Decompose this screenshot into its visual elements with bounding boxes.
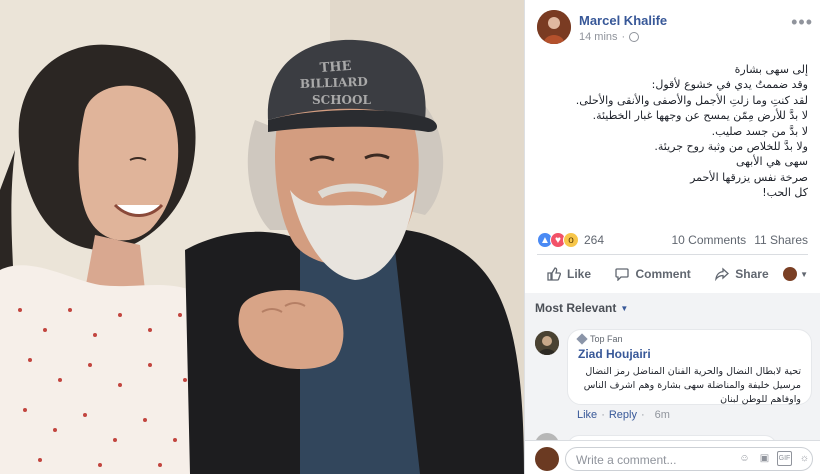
caret-down-icon: ▼	[620, 303, 629, 313]
emoji-icon[interactable]: ☺	[737, 451, 752, 466]
like-label: Like	[567, 267, 592, 281]
like-button[interactable]: Like	[537, 267, 601, 281]
sticker-icon[interactable]: ☼	[797, 451, 812, 466]
svg-text:SCHOOL: SCHOOL	[312, 93, 371, 107]
gif-icon[interactable]: GIF	[777, 451, 792, 466]
post-line: سهى هي الأبهى	[735, 155, 808, 169]
author-name[interactable]: Marcel Khalife	[579, 13, 667, 28]
comments-count[interactable]: 10 Comments	[671, 233, 746, 247]
caret-down-icon: ▼	[800, 269, 808, 279]
post-time[interactable]: 14 mins	[579, 31, 618, 43]
post-line: لقد كنتِ وما زلتِ الأجمل والأصفى والأنقى…	[575, 93, 808, 107]
post-line: صرخة نفس يزرقها الأحمر	[690, 170, 808, 184]
share-icon	[715, 267, 730, 281]
comment-line: مرسيل خليفة والمناضلة سهى بشارة وهم اشرف…	[583, 380, 801, 391]
comment-label: Comment	[635, 267, 691, 281]
photo-illustration: THE BILLIARD SCHOOL	[0, 0, 524, 474]
author-avatar-image	[537, 10, 571, 44]
comment-line: تحية لابطال النضال والحرية الفنان المناض…	[585, 366, 801, 377]
author-avatar[interactable]	[537, 10, 571, 44]
comment-input-tools: ☺ ▣ GIF ☼	[737, 451, 812, 466]
commenter-avatar[interactable]	[535, 331, 559, 355]
comment-line: واوفاهم للوطن لبنان	[720, 394, 801, 405]
ellipsis-icon[interactable]: •••	[791, 12, 813, 33]
share-label: Share	[735, 267, 769, 281]
comment-like-link[interactable]: Like	[577, 409, 597, 421]
facebook-photo-viewer: THE BILLIARD SCHOOL Marcel Khalife 14 mi…	[0, 0, 820, 474]
comment-text: تحية لابطال النضال والحرية الفنان المناض…	[578, 365, 801, 407]
write-comment-bar: Write a comment... ☺ ▣ GIF ☼	[525, 440, 820, 474]
comment-time[interactable]: 6m	[655, 409, 670, 421]
comment-sort-label: Most Relevant	[535, 301, 617, 315]
post-line: ولا بدَّ للخلاص من وثبة روح جريئة.	[654, 140, 808, 154]
comment-button[interactable]: Comment	[605, 267, 700, 281]
post-line: لا بدَّ من جسد صليب.	[711, 124, 808, 138]
comment-bubble: Top Fan Ziad Houjairi تحية لابطال النضال…	[567, 329, 812, 405]
action-bar: Like Comment Share ▼	[537, 258, 808, 290]
post-meta: 14 mins ·	[579, 31, 640, 43]
engagement-counts: 10 Comments 11 Shares	[671, 233, 808, 247]
post-header: Marcel Khalife 14 mins · •••	[537, 10, 817, 46]
comment-reply-link[interactable]: Reply	[609, 409, 637, 421]
post-line: إلى سهى بشارة	[734, 63, 808, 76]
thumbs-up-icon	[547, 267, 561, 281]
reaction-count[interactable]: 264	[584, 233, 604, 247]
wow-reaction-icon: o	[563, 232, 579, 248]
post-line: كل الحب!	[762, 186, 808, 200]
comment-actions: Like · Reply · 6m	[577, 409, 670, 421]
top-fan-badge: Top Fan	[576, 333, 801, 345]
post-line: وقد ضممتُ يدي في خشوع لأقول:	[651, 78, 808, 92]
post-text: إلى سهى بشارة وقد ضممتُ يدي في خشوع لأقو…	[533, 62, 808, 201]
identity-chooser[interactable]: ▼	[783, 267, 808, 281]
identity-avatar	[783, 267, 798, 281]
comment-icon	[615, 268, 630, 281]
commenter-name[interactable]: Ziad Houjairi	[578, 347, 801, 361]
commenter-avatar-image	[535, 331, 559, 355]
svg-text:BILLIARD: BILLIARD	[300, 75, 368, 91]
diamond-icon	[576, 333, 588, 345]
post-photo[interactable]: THE BILLIARD SCHOOL	[0, 0, 524, 474]
shares-count[interactable]: 11 Shares	[754, 233, 808, 247]
share-button[interactable]: Share	[705, 267, 778, 281]
top-fan-label: Top Fan	[590, 334, 623, 344]
comment-sort-dropdown[interactable]: Most Relevant ▼	[535, 301, 628, 315]
divider	[537, 254, 808, 255]
post-line: لا بدَّ للأرض مِمّن يمسح عن وجهها غبار ا…	[592, 109, 808, 123]
current-user-avatar	[535, 447, 559, 471]
post-side-panel: Marcel Khalife 14 mins · ••• إلى سهى بشا…	[524, 0, 820, 474]
camera-icon[interactable]: ▣	[757, 451, 772, 466]
globe-icon[interactable]	[629, 32, 640, 42]
reactions-summary[interactable]: ▲ ♥ o 264	[537, 231, 604, 249]
svg-text:THE: THE	[319, 59, 352, 76]
